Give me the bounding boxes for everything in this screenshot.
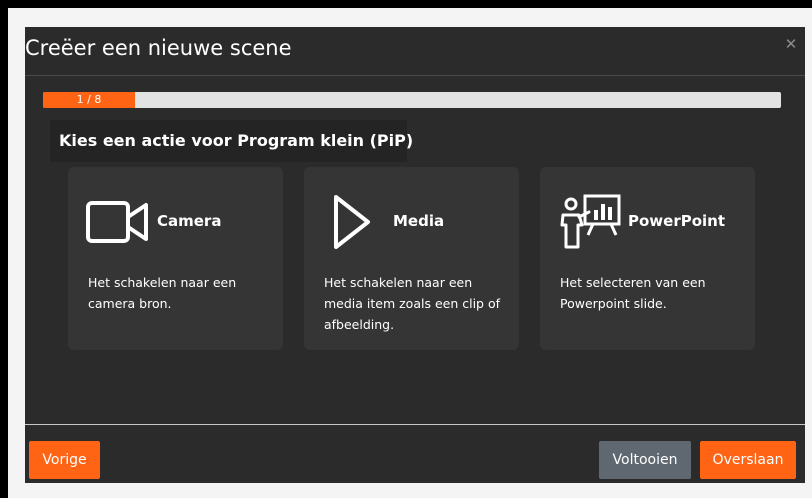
card-title: PowerPoint <box>628 212 726 230</box>
card-description: Het schakelen naar een camera bron. <box>88 275 237 311</box>
card-title: Camera <box>157 212 222 230</box>
dialog-title: Creëer een nieuwe scene <box>25 36 292 60</box>
play-icon <box>322 193 386 251</box>
card-description: Het schakelen naar een media item zoals … <box>324 275 501 332</box>
video-camera-icon <box>86 193 150 251</box>
step-heading: Kies een actie voor Program klein (PiP) <box>50 120 413 162</box>
dialog-header: Creëer een nieuwe scene ✕ <box>25 27 805 76</box>
card-description: Het selecteren van een Powerpoint slide. <box>560 275 706 311</box>
progress-bar: 1 / 8 <box>43 92 781 108</box>
previous-button[interactable]: Vorige <box>29 441 100 479</box>
footer-divider <box>25 424 805 425</box>
action-card-powerpoint[interactable]: PowerPoint Het selecteren van een Powerp… <box>540 167 755 350</box>
card-title: Media <box>393 212 445 230</box>
progress-label: 1 / 8 <box>76 93 102 106</box>
page: Creëer een nieuwe scene ✕ 1 / 8 Kies een… <box>0 0 812 498</box>
create-scene-dialog: Creëer een nieuwe scene ✕ 1 / 8 Kies een… <box>25 27 805 483</box>
skip-button[interactable]: Overslaan <box>700 441 796 479</box>
close-icon[interactable]: ✕ <box>783 36 799 52</box>
presenter-icon <box>558 193 622 251</box>
action-card-media[interactable]: Media Het schakelen naar een media item … <box>304 167 519 350</box>
finish-button[interactable]: Voltooien <box>599 441 691 479</box>
action-card-camera[interactable]: Camera Het schakelen naar een camera bro… <box>68 167 283 350</box>
